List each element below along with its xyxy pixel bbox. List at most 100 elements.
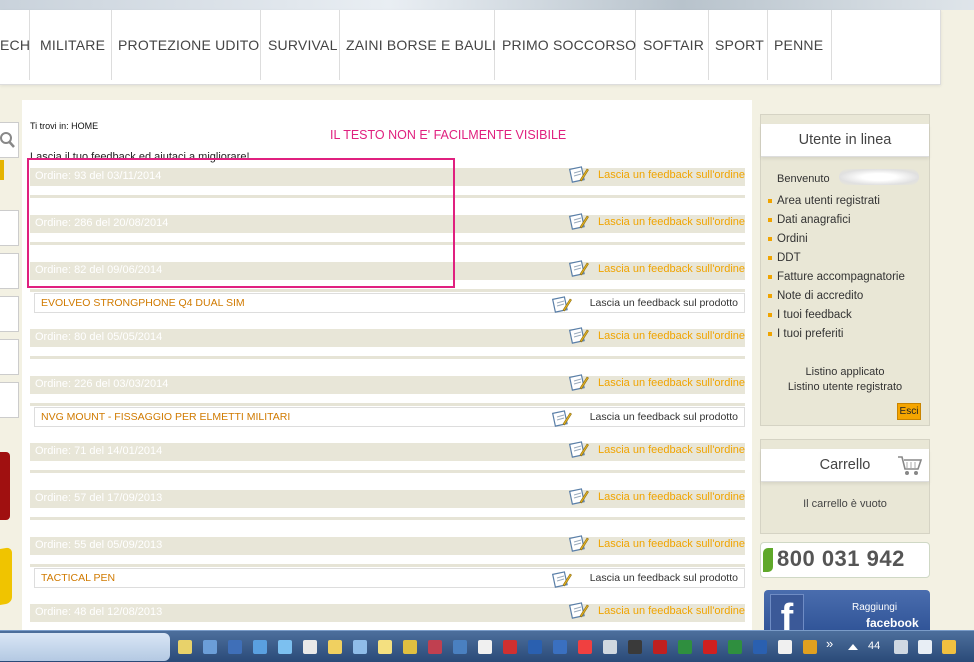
media-icon[interactable]: [428, 640, 442, 654]
side-panel-box[interactable]: [0, 253, 19, 289]
file-icon[interactable]: [478, 640, 492, 654]
feedback-note-icon[interactable]: [568, 601, 589, 623]
cart-empty-text: Il carrello è vuoto: [803, 498, 887, 510]
user-menu-item[interactable]: Note di accredito: [768, 290, 905, 309]
feedback-note-icon[interactable]: [568, 534, 589, 556]
phone-number: 800 031 942: [777, 546, 905, 571]
category-marker: [0, 160, 4, 180]
feedback-note-icon[interactable]: [551, 570, 572, 592]
user-menu-item[interactable]: I tuoi preferiti: [768, 328, 905, 347]
excel-icon[interactable]: [678, 640, 692, 654]
chrome-icon[interactable]: [803, 640, 817, 654]
display-icon[interactable]: [278, 640, 292, 654]
bullet-icon: [768, 312, 772, 317]
order-feedback-link[interactable]: Lascia un feedback sull'ordine: [598, 491, 745, 503]
product-feedback-link[interactable]: Lascia un feedback sul prodotto: [590, 572, 738, 584]
side-panel-box[interactable]: [0, 296, 19, 332]
order-feedback-link[interactable]: Lascia un feedback sull'ordine: [598, 377, 745, 389]
order-feedback-link[interactable]: Lascia un feedback sull'ordine: [598, 263, 745, 275]
side-panel-box[interactable]: [0, 339, 19, 375]
feedback-note-icon[interactable]: [551, 295, 572, 317]
folder-icon[interactable]: [178, 640, 192, 654]
product-name-link[interactable]: EVOLVEO STRONGPHONE Q4 DUAL SIM: [41, 297, 245, 309]
order-separator: [30, 289, 745, 292]
notepad-icon[interactable]: [378, 640, 392, 654]
order-label: Ordine: 55 del 05/09/2013: [35, 539, 163, 551]
order-label: Ordine: 82 del 09/06/2014: [35, 264, 163, 276]
tray-app-icon[interactable]: [942, 640, 956, 654]
nav-item-softair[interactable]: SOFTAIR: [637, 10, 709, 80]
feedback-note-icon[interactable]: [551, 409, 572, 431]
side-banner-yellow[interactable]: [0, 546, 12, 606]
feedback-note-icon[interactable]: [568, 259, 589, 281]
explorer-icon[interactable]: [203, 640, 217, 654]
console-icon[interactable]: [628, 640, 642, 654]
tray-expand-icon[interactable]: [848, 643, 858, 651]
archive-icon[interactable]: [328, 640, 342, 654]
nav-item-protezione-udito[interactable]: PROTEZIONE UDITO: [112, 10, 261, 80]
nav-item-primo-soccorso[interactable]: PRIMO SOCCORSO: [496, 10, 636, 80]
order-feedback-link[interactable]: Lascia un feedback sull'ordine: [598, 444, 745, 456]
user-menu-item[interactable]: Ordini: [768, 233, 905, 252]
user-menu-item[interactable]: DDT: [768, 252, 905, 271]
feedback-note-icon[interactable]: [568, 165, 589, 187]
volume-icon[interactable]: [894, 640, 908, 654]
side-panel-box[interactable]: [0, 382, 19, 418]
phone-banner[interactable]: 800 031 942: [760, 542, 930, 578]
feedback-note-icon[interactable]: [568, 440, 589, 462]
search-button[interactable]: [0, 122, 19, 158]
logout-button[interactable]: Esci: [897, 403, 921, 420]
bullet-icon: [768, 293, 772, 298]
feedback-note-icon[interactable]: [568, 212, 589, 234]
product-name-link[interactable]: NVG MOUNT - FISSAGGIO PER ELMETTI MILITA…: [41, 411, 290, 423]
order-feedback-link[interactable]: Lascia un feedback sull'ordine: [598, 216, 745, 228]
word-icon[interactable]: [753, 640, 767, 654]
pdf-icon[interactable]: [503, 640, 517, 654]
order-feedback-link[interactable]: Lascia un feedback sull'ordine: [598, 605, 745, 617]
calculator-icon[interactable]: [603, 640, 617, 654]
pdf-icon[interactable]: [703, 640, 717, 654]
document-icon[interactable]: [353, 640, 367, 654]
product-row: EVOLVEO STRONGPHONE Q4 DUAL SIM Lascia un…: [34, 293, 745, 313]
word-icon[interactable]: [528, 640, 542, 654]
user-menu-item[interactable]: Area utenti registrati: [768, 195, 905, 214]
product-feedback-link[interactable]: Lascia un feedback sul prodotto: [590, 297, 738, 309]
order-separator: [30, 242, 745, 245]
user-menu-item[interactable]: Dati anagrafici: [768, 214, 905, 233]
feedback-note-icon[interactable]: [568, 373, 589, 395]
product-feedback-link[interactable]: Lascia un feedback sul prodotto: [590, 411, 738, 423]
side-banner-red[interactable]: [0, 452, 10, 520]
user-menu-item[interactable]: I tuoi feedback: [768, 309, 905, 328]
nav-item-tech[interactable]: ECH: [0, 10, 30, 80]
nav-item-sport[interactable]: SPORT: [709, 10, 768, 80]
excel-icon[interactable]: [728, 640, 742, 654]
nav-item-survival[interactable]: SURVIVAL: [262, 10, 340, 80]
trash-icon[interactable]: [303, 640, 317, 654]
order-feedback-link[interactable]: Lascia un feedback sull'ordine: [598, 538, 745, 550]
order-feedback-link[interactable]: Lascia un feedback sull'ordine: [598, 169, 745, 181]
feedback-note-icon[interactable]: [568, 326, 589, 348]
product-name-link[interactable]: TACTICAL PEN: [41, 572, 115, 584]
nav-item-militare[interactable]: MILITARE: [34, 10, 112, 80]
file-icon[interactable]: [778, 640, 792, 654]
folder-icon[interactable]: [403, 640, 417, 654]
user-menu-item[interactable]: Fatture accompagnatorie: [768, 271, 905, 290]
image-icon[interactable]: [453, 640, 467, 654]
word-icon[interactable]: [553, 640, 567, 654]
order-feedback-link[interactable]: Lascia un feedback sull'ordine: [598, 330, 745, 342]
taskbar-overflow-chevron[interactable]: »: [826, 636, 833, 651]
taskbar-active-window[interactable]: [0, 633, 170, 661]
product-row: TACTICAL PEN Lascia un feedback sul prodo…: [34, 568, 745, 588]
cart-title[interactable]: Carrello: [761, 449, 929, 482]
nav-item-penne[interactable]: PENNE: [768, 10, 832, 80]
breadcrumb: Ti trovi in: HOME: [30, 121, 99, 131]
side-panel-box[interactable]: [0, 210, 19, 246]
network-icon[interactable]: [918, 640, 932, 654]
network-icon[interactable]: [253, 640, 267, 654]
nav-item-zaini-borse-bauli[interactable]: ZAINI BORSE E BAULI: [340, 10, 496, 80]
monitor-icon[interactable]: [228, 640, 242, 654]
virus-icon[interactable]: [578, 640, 592, 654]
feedback-note-icon[interactable]: [568, 487, 589, 509]
pdf-icon[interactable]: [653, 640, 667, 654]
facebook-line2: facebook: [866, 616, 919, 630]
